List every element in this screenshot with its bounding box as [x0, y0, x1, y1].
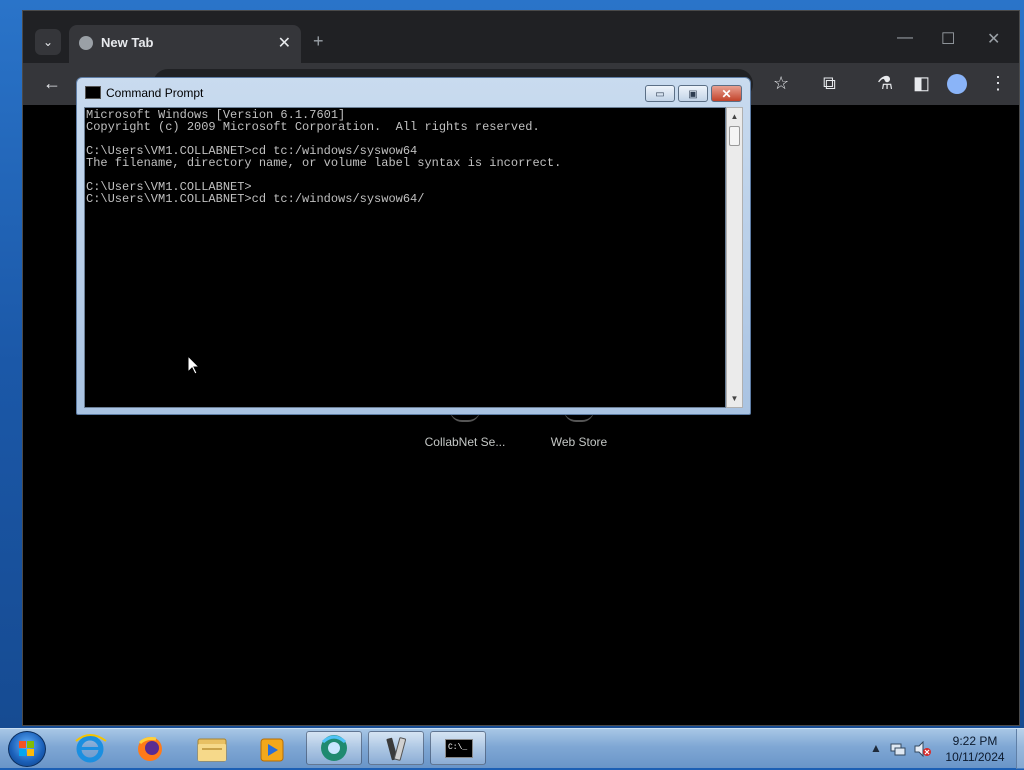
- console-icon: C:\_: [445, 739, 473, 758]
- cmd-title-bar[interactable]: Command Prompt: [85, 86, 203, 100]
- taskbar-command-prompt[interactable]: C:\_: [430, 731, 486, 765]
- side-panel-icon[interactable]: ◧: [913, 73, 930, 93]
- taskbar-file-explorer[interactable]: [184, 731, 240, 765]
- cmd-title-text: Command Prompt: [106, 86, 204, 100]
- taskbar: C:\_ ▲ 9:22 PM 10/11/2024: [0, 728, 1024, 769]
- show-desktop-button[interactable]: [1016, 729, 1024, 769]
- console-text: Microsoft Windows [Version 6.1.7601] Cop…: [86, 108, 562, 206]
- minimize-button[interactable]: —: [897, 29, 913, 47]
- new-tab-button[interactable]: +: [313, 31, 324, 52]
- tools-icon: [386, 737, 407, 761]
- shortcut-web-store[interactable]: Web Store: [524, 435, 634, 449]
- extensions-icon[interactable]: ⧉: [823, 73, 836, 93]
- close-window-button[interactable]: ✕: [987, 29, 1000, 49]
- taskbar-tools[interactable]: [368, 731, 424, 765]
- tab-strip: ⌄ New Tab ✕ + — ☐ ✕: [23, 11, 1019, 63]
- cmd-maximize-button[interactable]: ▣: [678, 85, 708, 102]
- clock-time: 9:22 PM: [952, 734, 998, 748]
- taskbar-media-player[interactable]: [244, 731, 300, 765]
- scroll-up-icon[interactable]: ▲: [727, 109, 742, 124]
- firefox-icon: [138, 737, 162, 761]
- cmd-close-button[interactable]: ✕: [711, 85, 742, 102]
- taskbar-firefox[interactable]: [122, 731, 178, 765]
- network-icon[interactable]: [890, 741, 906, 757]
- globe-icon: [79, 36, 93, 50]
- scroll-thumb[interactable]: [729, 126, 740, 146]
- folder-icon: [197, 738, 227, 762]
- chrome-icon: [321, 735, 347, 761]
- cmd-minimize-button[interactable]: ▭: [645, 85, 675, 102]
- windows-logo-icon: [19, 741, 35, 757]
- tab-close-icon[interactable]: ✕: [278, 33, 291, 53]
- chevron-down-icon: ⌄: [42, 35, 54, 49]
- shortcut-collabnet[interactable]: CollabNet Se...: [410, 435, 520, 449]
- tab-search-button[interactable]: ⌄: [35, 29, 61, 55]
- tray-expand-arrow-icon[interactable]: ▲: [870, 741, 882, 755]
- system-clock[interactable]: 9:22 PM 10/11/2024: [940, 733, 1010, 765]
- command-prompt-window: Command Prompt ▭ ▣ ✕ Microsoft Windows […: [76, 77, 751, 415]
- mouse-cursor-icon: [188, 356, 200, 375]
- volume-muted-icon[interactable]: [914, 741, 932, 757]
- internet-explorer-icon: [75, 734, 107, 763]
- bookmark-star-icon[interactable]: ☆: [773, 73, 789, 93]
- tab-new-tab[interactable]: New Tab ✕: [69, 25, 301, 63]
- start-button[interactable]: [8, 731, 46, 767]
- vertical-scrollbar[interactable]: ▲ ▼: [726, 107, 743, 408]
- tab-title: New Tab: [101, 35, 154, 50]
- console-icon: [85, 86, 101, 99]
- clock-date: 10/11/2024: [945, 750, 1005, 764]
- media-player-icon: [260, 738, 284, 762]
- profile-avatar-icon[interactable]: [947, 74, 967, 94]
- labs-flask-icon[interactable]: ⚗: [877, 73, 893, 93]
- maximize-button[interactable]: ☐: [941, 29, 955, 49]
- scroll-down-icon[interactable]: ▼: [727, 391, 742, 406]
- back-icon[interactable]: ←: [43, 73, 61, 93]
- console-output[interactable]: Microsoft Windows [Version 6.1.7601] Cop…: [84, 107, 726, 408]
- taskbar-chrome[interactable]: [306, 731, 362, 765]
- taskbar-internet-explorer[interactable]: [62, 731, 118, 765]
- menu-icon[interactable]: ⋮: [989, 73, 1007, 93]
